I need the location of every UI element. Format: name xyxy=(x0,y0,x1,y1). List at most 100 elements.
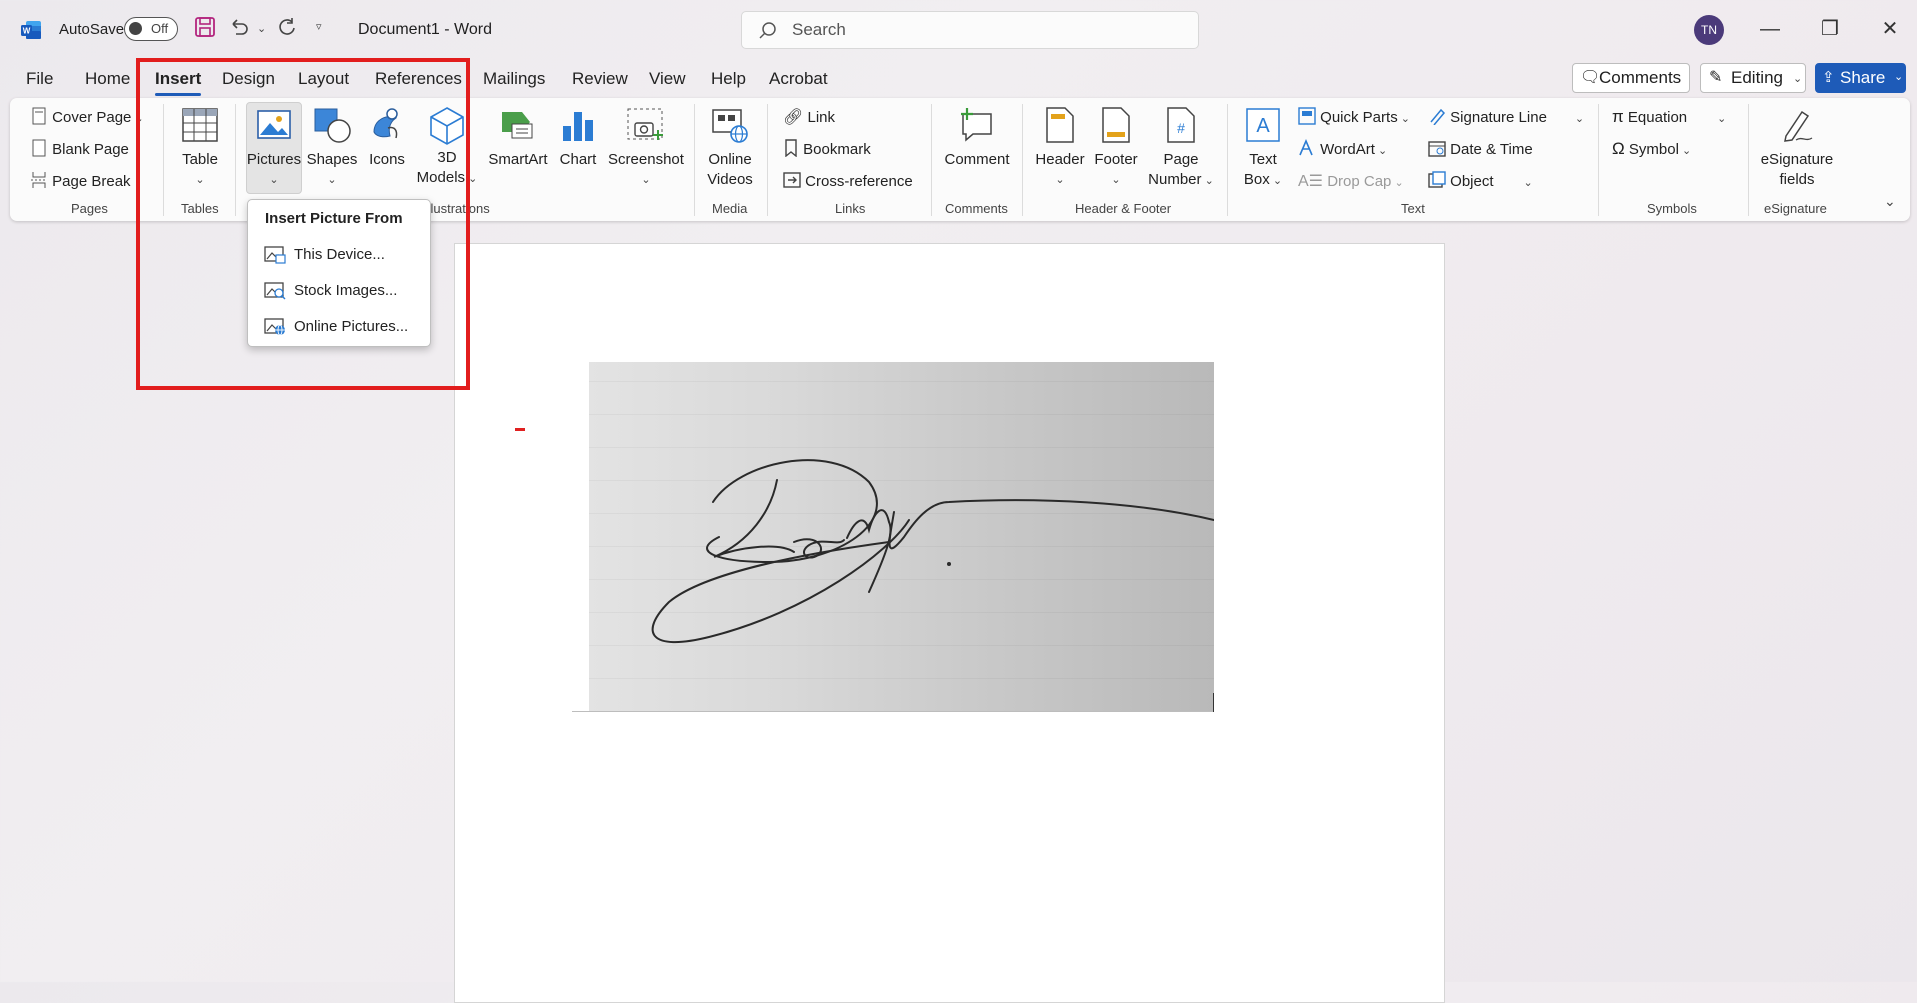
comment-icon: 🗨 xyxy=(1580,69,1601,86)
link-icon: 🔗︎ xyxy=(783,109,804,126)
share-button[interactable]: ⇪ Share ⌄ xyxy=(1815,63,1906,93)
svg-text:#: # xyxy=(1177,120,1185,136)
toggle-knob xyxy=(129,22,142,35)
save-icon[interactable] xyxy=(194,16,216,38)
cover-page-icon xyxy=(32,107,46,125)
blank-page-button[interactable]: Blank Page xyxy=(30,139,129,158)
new-comment-icon xyxy=(961,108,992,142)
equation-label: Equation xyxy=(1627,109,1688,126)
online-videos-button[interactable]: Online Videos xyxy=(700,106,760,190)
group-label-esignature: eSignature xyxy=(1764,201,1827,216)
editing-mode-button[interactable]: ✎ Editing ⌄ xyxy=(1700,63,1806,93)
ribbon-collapse-chevron-icon[interactable]: ⌄ xyxy=(1884,193,1896,210)
tab-home[interactable]: Home xyxy=(85,69,130,89)
tab-acrobat[interactable]: Acrobat xyxy=(769,69,828,89)
group-label-media: Media xyxy=(712,201,748,216)
cover-page-button[interactable]: Cover Page ⌄ xyxy=(30,107,144,126)
group-label-comments: Comments xyxy=(945,201,1008,216)
bookmark-icon xyxy=(785,139,797,158)
page-break-button[interactable]: Page Break xyxy=(30,171,131,190)
word-logo-icon: W xyxy=(21,21,41,39)
editing-button-label: Editing xyxy=(1731,68,1783,87)
undo-icon[interactable] xyxy=(228,16,250,38)
group-label-symbols: Symbols xyxy=(1647,201,1697,216)
pi-icon: π xyxy=(1612,107,1624,126)
equation-button[interactable]: π Equation ⌄ xyxy=(1612,107,1726,127)
close-icon[interactable]: ✕ xyxy=(1875,14,1905,44)
cover-page-label: Cover Page xyxy=(52,109,132,126)
chart-label: Chart xyxy=(559,151,597,168)
group-label-header-footer: Header & Footer xyxy=(1075,201,1172,216)
smartart-button[interactable]: SmartArt xyxy=(486,106,550,170)
divider xyxy=(1022,104,1023,216)
autosave-toggle[interactable]: Off xyxy=(124,17,178,41)
signature-line-button[interactable]: Signature Line ⌄ xyxy=(1428,107,1584,126)
footer-button[interactable]: Footer ⌄ xyxy=(1090,106,1142,190)
page-number-label-line2: Number xyxy=(1148,171,1202,188)
search-icon xyxy=(759,22,776,39)
cross-reference-button[interactable]: Cross-reference xyxy=(783,171,913,190)
search-input[interactable] xyxy=(790,19,1174,41)
object-button[interactable]: Object ⌄ xyxy=(1428,171,1533,190)
screenshot-icon xyxy=(627,108,663,140)
signature-image[interactable] xyxy=(589,362,1214,712)
group-label-pages: Pages xyxy=(71,201,108,216)
header-icon xyxy=(1046,107,1074,143)
footer-icon xyxy=(1102,107,1130,143)
text-box-label-line2: Box xyxy=(1243,171,1270,188)
blank-page-label: Blank Page xyxy=(52,141,129,158)
text-box-label-line1: Text xyxy=(1249,151,1277,168)
text-box-icon: A xyxy=(1246,108,1280,142)
object-label: Object xyxy=(1450,173,1494,190)
group-label-text: Text xyxy=(1401,201,1425,216)
wordart-label: WordArt xyxy=(1320,141,1375,158)
screenshot-button[interactable]: Screenshot ⌄ xyxy=(606,106,686,190)
omega-icon: Ω xyxy=(1612,139,1625,158)
tab-mailings[interactable]: Mailings xyxy=(483,69,545,89)
svg-text:A: A xyxy=(1256,115,1270,137)
tab-help[interactable]: Help xyxy=(711,69,746,89)
tab-view[interactable]: View xyxy=(649,69,686,89)
divider xyxy=(694,104,695,216)
esignature-label-line1: eSignature xyxy=(1760,151,1834,168)
comments-button[interactable]: 🗨 Comments xyxy=(1572,63,1690,93)
minimize-icon[interactable]: — xyxy=(1755,14,1785,44)
quick-parts-button[interactable]: Quick Parts ⌄ xyxy=(1298,107,1410,126)
date-time-button[interactable]: Date & Time xyxy=(1428,139,1533,158)
wordart-button[interactable]: WordArt ⌄ xyxy=(1298,138,1387,158)
online-videos-label-line2: Videos xyxy=(707,171,753,188)
handwritten-signature xyxy=(651,459,1214,644)
avatar[interactable]: TN xyxy=(1694,15,1724,45)
autosave-state: Off xyxy=(151,21,169,36)
page-number-button[interactable]: # Page Number ⌄ xyxy=(1144,106,1218,191)
share-button-label: Share xyxy=(1840,68,1886,87)
customize-qat-icon[interactable]: ▿ xyxy=(316,20,322,33)
tab-file[interactable]: File xyxy=(26,69,53,89)
header-button[interactable]: Header ⌄ xyxy=(1032,106,1088,190)
undo-dropdown-chevron-icon[interactable]: ⌄ xyxy=(257,22,266,35)
date-time-label: Date & Time xyxy=(1450,141,1533,158)
page-number-icon: # xyxy=(1167,107,1195,143)
annotation-highlight-box xyxy=(136,58,470,390)
tab-review[interactable]: Review xyxy=(572,69,628,89)
divider xyxy=(931,104,932,216)
drop-cap-label: Drop Cap xyxy=(1327,173,1392,190)
chart-button[interactable]: Chart xyxy=(555,106,601,170)
new-comment-button[interactable]: Comment xyxy=(942,106,1012,170)
esignature-fields-button[interactable]: eSignature fields xyxy=(1756,106,1838,190)
link-button[interactable]: 🔗︎ Link xyxy=(783,107,835,127)
restore-icon[interactable]: ❐ xyxy=(1815,14,1845,44)
signature-line-label: Signature Line xyxy=(1450,109,1547,126)
text-box-button[interactable]: A Text Box ⌄ xyxy=(1236,106,1290,191)
chevron-down-icon: ⌄ xyxy=(1894,71,1904,83)
blank-page-icon xyxy=(32,139,46,157)
page-break-icon xyxy=(31,172,47,188)
redo-icon[interactable] xyxy=(276,16,298,38)
page-number-label-line1: Page xyxy=(1163,151,1199,168)
drop-cap-button[interactable]: A☰ Drop Cap ⌄ xyxy=(1298,171,1404,191)
bookmark-button[interactable]: Bookmark xyxy=(783,139,871,158)
link-label: Link xyxy=(807,109,836,126)
symbol-button[interactable]: Ω Symbol ⌄ xyxy=(1612,139,1691,159)
search-box[interactable] xyxy=(741,11,1199,49)
header-label: Header xyxy=(1035,151,1085,168)
